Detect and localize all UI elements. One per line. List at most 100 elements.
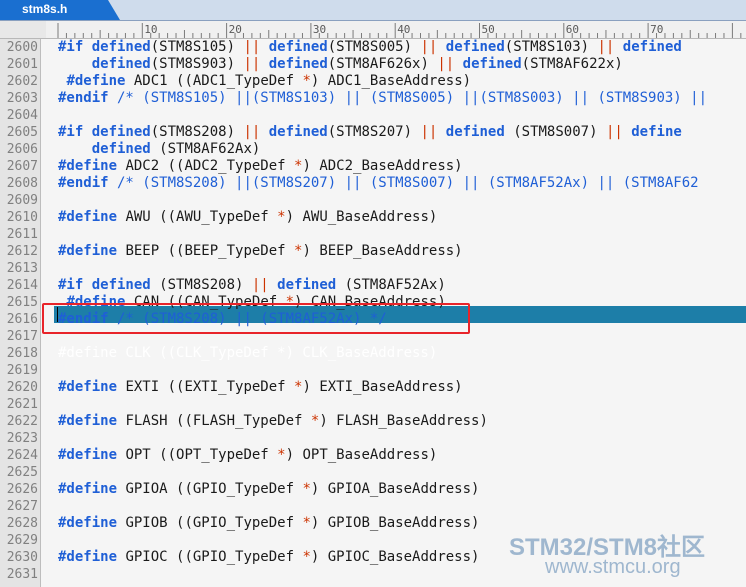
line-number: 2609 [6, 193, 38, 208]
code-line[interactable]: 2615 #define CAN ((CAN_TypeDef *) CAN_Ba… [0, 294, 746, 311]
code-token: BEEP ((BEEP_TypeDef [117, 243, 295, 259]
code-text: #if defined(STM8S105) || defined(STM8S00… [58, 39, 682, 56]
code-token: #define [66, 73, 126, 89]
code-line[interactable]: 2622 #define FLASH ((FLASH_TypeDef *) FLA… [0, 413, 746, 430]
code-line[interactable]: 2623 [0, 430, 746, 447]
ruler-label: 70 [650, 23, 664, 36]
code-token: GPIOC ((GPIO_TypeDef [117, 549, 303, 565]
code-token: ADC2 ((ADC2_TypeDef [117, 158, 295, 174]
code-token: ) ADC2_BaseAddress) [302, 158, 463, 174]
code-token: defined [91, 141, 151, 157]
code-token: defined [622, 39, 682, 55]
code-token: defined [277, 277, 337, 293]
code-token: defined [445, 39, 505, 55]
line-number: 2624 [6, 448, 38, 463]
file-tab[interactable]: stm8s.h [0, 0, 120, 20]
ruler-label: 10 [144, 23, 158, 36]
line-number: 2629 [6, 533, 38, 548]
code-token: EXTI ((EXTI_TypeDef [117, 379, 295, 395]
code-line[interactable]: 2614 #if defined (STM8S208) || defined (S… [0, 277, 746, 294]
code-token: ADC1 ((ADC1_TypeDef [125, 73, 303, 89]
code-line[interactable]: 2611 [0, 226, 746, 243]
line-number: 2616 [6, 312, 38, 327]
line-number: 2603 [6, 91, 38, 106]
code-token: (STM8S105) [150, 39, 244, 55]
code-line[interactable]: 2605 #if defined(STM8S208) || defined(STM… [0, 124, 746, 141]
code-line[interactable]: 2610 #define AWU ((AWU_TypeDef *) AWU_Bas… [0, 209, 746, 226]
tab-filename: stm8s.h [22, 2, 68, 16]
code-token: #endif [58, 311, 109, 327]
code-line[interactable]: 2618 #define CLK ((CLK_TypeDef *) CLK_Bas… [0, 345, 746, 362]
code-line[interactable]: 2620 #define EXTI ((EXTI_TypeDef *) EXTI_… [0, 379, 746, 396]
code-token: || [605, 124, 623, 140]
code-line[interactable]: 2603 #endif /* (STM8S105) ||(STM8S103) ||… [0, 90, 746, 107]
code-token: (STM8AF62Ax) [150, 141, 261, 157]
code-token: || [243, 39, 261, 55]
code-token: (STM8S208) [150, 277, 252, 293]
line-number: 2621 [6, 397, 38, 412]
line-number: 2628 [6, 516, 38, 531]
code-text: #define GPIOC ((GPIO_TypeDef *) GPIOC_Ba… [58, 549, 479, 566]
code-token: * [277, 209, 286, 225]
code-token: #define [58, 481, 118, 497]
code-token: * [302, 481, 311, 497]
code-token: #define [58, 447, 118, 463]
code-token: ) FLASH_BaseAddress) [319, 413, 488, 429]
code-editor[interactable]: 2600 #if defined(STM8S105) || defined(STM… [0, 39, 746, 587]
code-token: * [302, 549, 311, 565]
code-line[interactable]: 2602 #define ADC1 ((ADC1_TypeDef *) ADC1… [0, 73, 746, 90]
code-line[interactable]: 2621 [0, 396, 746, 413]
text-cursor [57, 307, 58, 322]
line-number: 2605 [6, 125, 38, 140]
code-line[interactable]: 2606 defined (STM8AF62Ax) [0, 141, 746, 158]
code-token: || [243, 56, 261, 72]
code-token: defined [268, 124, 328, 140]
code-token: CAN ((CAN_TypeDef [125, 294, 286, 310]
code-token: #define [58, 158, 118, 174]
code-text: #endif /* (STM8S105) ||(STM8S103) || (ST… [58, 90, 707, 107]
code-token: (STM8S207) [327, 124, 421, 140]
line-number: 2620 [6, 380, 38, 395]
code-text: #define GPIOA ((GPIO_TypeDef *) GPIOA_Ba… [58, 481, 479, 498]
code-line[interactable]: 2624 #define OPT ((OPT_TypeDef *) OPT_Bas… [0, 447, 746, 464]
code-line[interactable]: 2625 [0, 464, 746, 481]
code-token: ) GPIOA_BaseAddress) [310, 481, 480, 497]
code-token: #define [58, 379, 118, 395]
code-line[interactable]: 2619 [0, 362, 746, 379]
code-line[interactable]: 2600 #if defined(STM8S105) || defined(STM… [0, 39, 746, 56]
code-line[interactable]: 2604 [0, 107, 746, 124]
code-token: GPIOA ((GPIO_TypeDef [117, 481, 303, 497]
code-line[interactable]: 2613 [0, 260, 746, 277]
code-text: #define CAN ((CAN_TypeDef *) CAN_BaseAdd… [58, 294, 445, 311]
code-token: (STM8S103) [504, 39, 598, 55]
column-ruler: 10 20 30 40 50 60 70 [0, 21, 746, 39]
code-line[interactable]: 2626 #define GPIOA ((GPIO_TypeDef *) GPIO… [0, 481, 746, 498]
line-number: 2607 [6, 159, 38, 174]
code-line[interactable]: 2616 #endif /* (STM8S208) || (STM8AF52Ax)… [0, 311, 746, 328]
code-token: #define CLK ((CLK_TypeDef *) CLK_BaseAdd… [58, 345, 438, 361]
code-line[interactable]: 2601 defined(STM8S903) || defined(STM8AF… [0, 56, 746, 73]
code-token: * [302, 515, 311, 531]
line-number: 2626 [6, 482, 38, 497]
line-number: 2615 [6, 295, 38, 310]
ruler-label: 20 [228, 23, 242, 36]
code-token: ) OPT_BaseAddress) [285, 447, 438, 463]
line-number: 2612 [6, 244, 38, 259]
code-text: #if defined (STM8S208) || defined (STM8A… [58, 277, 446, 294]
ruler-ticks [57, 23, 742, 38]
code-token: #define [58, 515, 118, 531]
code-line[interactable]: 2608 #endif /* (STM8S208) ||(STM8S207) ||… [0, 175, 746, 192]
code-line[interactable]: 2609 [0, 192, 746, 209]
code-line[interactable]: 2627 [0, 498, 746, 515]
line-number: 2610 [6, 210, 38, 225]
code-token: #if defined [58, 39, 151, 55]
code-line[interactable]: 2617 [0, 328, 746, 345]
code-token: #endif [58, 90, 109, 106]
ruler-label: 40 [397, 23, 411, 36]
code-line[interactable]: 2612 #define BEEP ((BEEP_TypeDef *) BEEP_… [0, 243, 746, 260]
watermark-url: www.stmcu.org [545, 556, 681, 578]
code-line[interactable]: 2607 #define ADC2 ((ADC2_TypeDef *) ADC2_… [0, 158, 746, 175]
